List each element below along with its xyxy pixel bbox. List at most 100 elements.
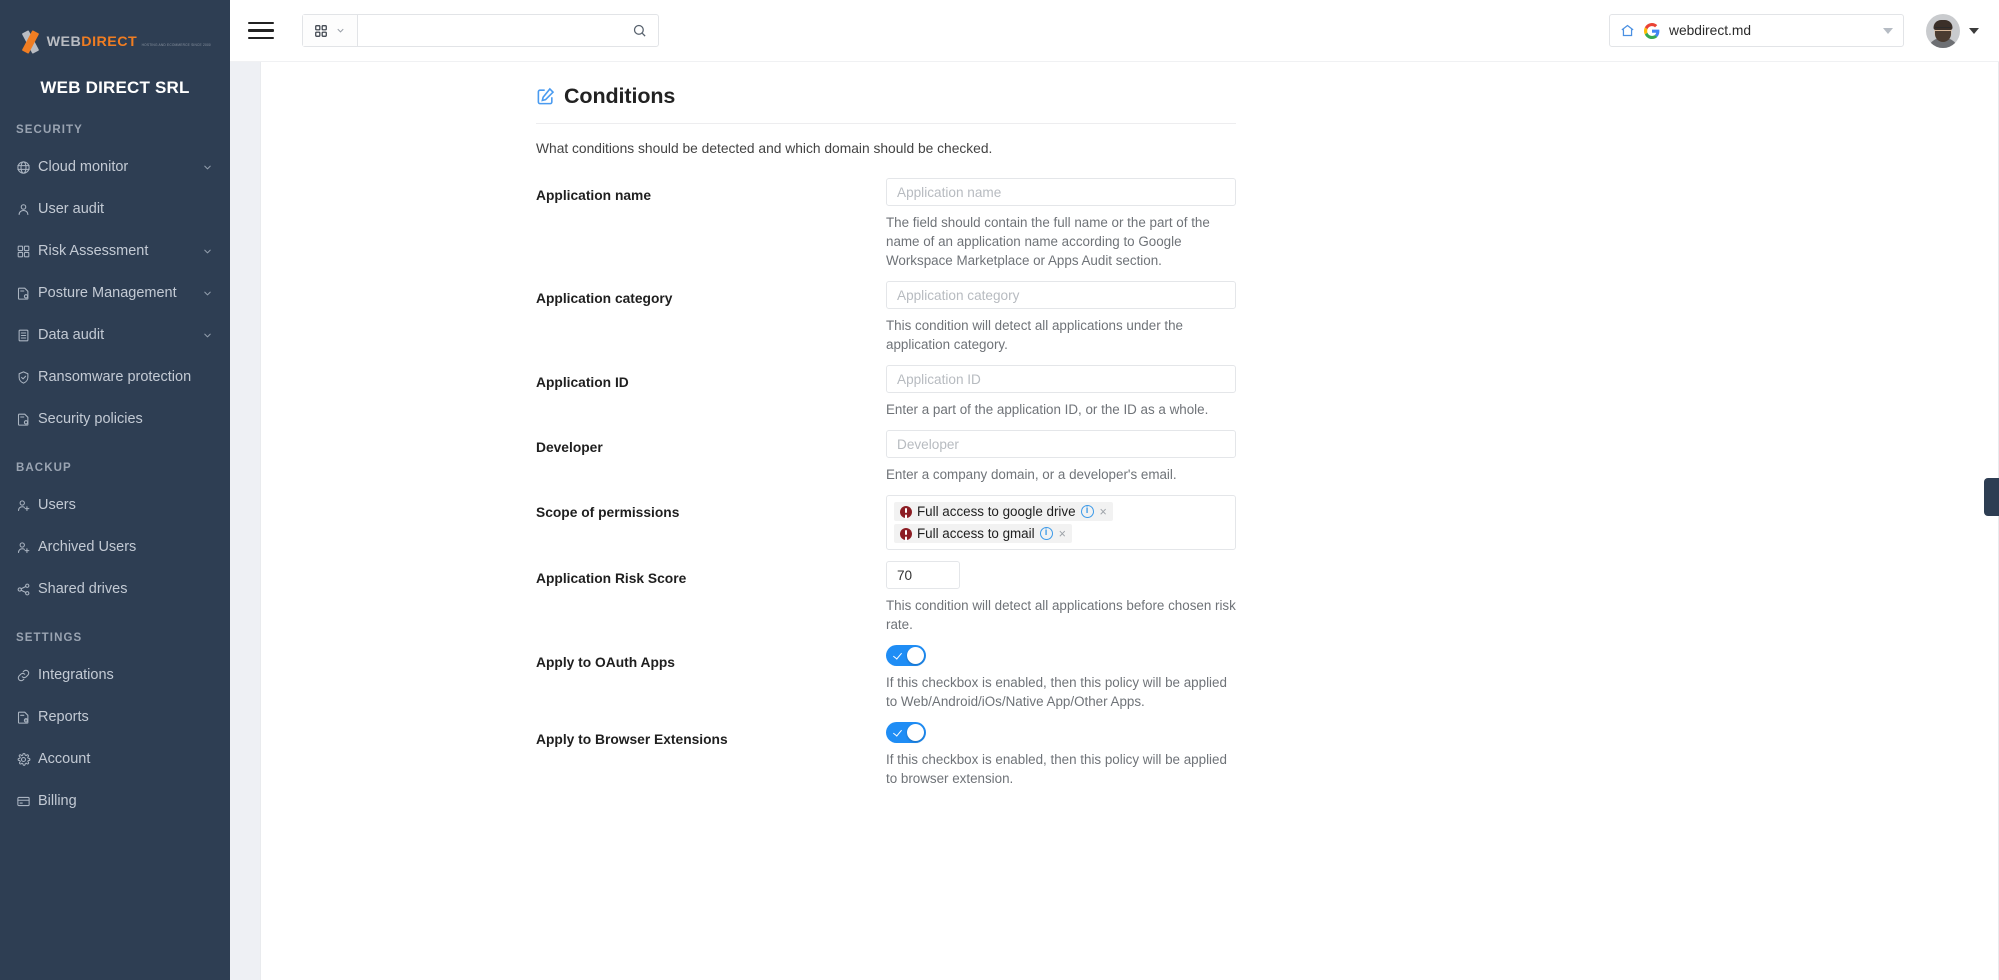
sidebar-item-archived-users[interactable]: Archived Users bbox=[0, 526, 230, 568]
close-icon[interactable]: × bbox=[1058, 527, 1066, 541]
info-icon[interactable]: i bbox=[1080, 505, 1094, 519]
field-row-apply-to-browser-extensions: Apply to Browser Extensions If this check… bbox=[536, 722, 1416, 788]
shield-check-icon bbox=[16, 370, 38, 385]
permission-chip: Full access to google drive i × bbox=[894, 502, 1113, 522]
logo-mark-icon bbox=[20, 30, 43, 54]
chevron-down-icon[interactable] bbox=[202, 246, 216, 257]
sidebar-item-posture-management[interactable]: Posture Management bbox=[0, 272, 230, 314]
field-control: This condition will detect all applicati… bbox=[886, 561, 1236, 634]
search-icon[interactable] bbox=[621, 23, 658, 38]
sidebar-item-integrations[interactable]: Integrations bbox=[0, 654, 230, 696]
toggle-knob bbox=[907, 647, 924, 665]
chevron-down-icon[interactable] bbox=[202, 288, 216, 299]
field-hint: This condition will detect all applicati… bbox=[886, 598, 1236, 633]
field-row-scope-of-permissions: Scope of permissions Full access to googl… bbox=[536, 495, 1416, 551]
sidebar-item-security-policies[interactable]: Security policies bbox=[0, 398, 230, 440]
sidebar-item-label: Billing bbox=[38, 793, 77, 809]
field-control: Enter a part of the application ID, or t… bbox=[886, 365, 1236, 419]
document-gear-icon bbox=[16, 412, 38, 427]
field-hint: If this checkbox is enabled, then this p… bbox=[886, 675, 1227, 710]
field-hint: The field should contain the full name o… bbox=[886, 215, 1210, 269]
field-row-application-id: Application ID Enter a part of the applic… bbox=[536, 365, 1416, 419]
field-hint: Enter a part of the application ID, or t… bbox=[886, 402, 1209, 418]
chevron-down-icon bbox=[335, 25, 346, 36]
sidebar-group-title: SETTINGS bbox=[16, 632, 83, 644]
sidebar-group-security: SECURITY Cloud monitor User audit Risk Asse… bbox=[0, 124, 230, 440]
sidebar-item-data-audit[interactable]: Data audit bbox=[0, 314, 230, 356]
page-title: Conditions bbox=[536, 84, 1416, 123]
home-icon bbox=[1620, 23, 1635, 38]
permission-chip: Full access to gmail i × bbox=[894, 524, 1072, 544]
user-add-icon bbox=[16, 540, 38, 555]
chips-container-scope-of-permissions[interactable]: Full access to google drive i × Full access… bbox=[886, 495, 1236, 551]
search-input[interactable] bbox=[358, 15, 621, 46]
chevron-down-icon bbox=[1969, 27, 1979, 34]
side-panel-handle[interactable] bbox=[1984, 478, 1999, 516]
page-subtitle: What conditions should be detected and w… bbox=[536, 141, 993, 156]
toggle-apply-to-oauth-apps[interactable] bbox=[886, 645, 926, 667]
input-application-category[interactable] bbox=[886, 281, 1236, 310]
input-application-name[interactable] bbox=[886, 178, 1236, 206]
input-application-id[interactable] bbox=[886, 365, 1236, 394]
field-label: Application category bbox=[536, 291, 673, 307]
field-hint: Enter a company domain, or a developer's… bbox=[886, 467, 1177, 483]
domain-name: webdirect.md bbox=[1669, 23, 1752, 38]
toggle-knob bbox=[907, 724, 924, 742]
globe-icon bbox=[16, 160, 38, 175]
sidebar-group-title: BACKUP bbox=[16, 462, 72, 474]
sidebar-item-label: Ransomware protection bbox=[38, 369, 192, 385]
close-icon[interactable]: × bbox=[1099, 505, 1107, 519]
conditions-form: Application name The field should contain… bbox=[536, 178, 1416, 788]
sidebar-item-label: Risk Assessment bbox=[38, 243, 149, 259]
permission-chip-label: Full access to gmail bbox=[917, 526, 1035, 542]
sidebar-item-label: User audit bbox=[38, 201, 105, 217]
field-label: Application name bbox=[536, 188, 651, 203]
permission-chip-label: Full access to google drive bbox=[917, 504, 1076, 520]
field-control: If this checkbox is enabled, then this p… bbox=[886, 722, 1236, 788]
sidebar-item-label: Data audit bbox=[38, 327, 105, 343]
sidebar-nav: SECURITY Cloud monitor User audit Risk Asse… bbox=[0, 124, 230, 822]
sidebar-item-label: Cloud monitor bbox=[38, 159, 129, 175]
field-row-developer: Developer Enter a company domain, or a de… bbox=[536, 430, 1416, 484]
search-category-dropdown[interactable] bbox=[303, 15, 358, 46]
check-icon bbox=[893, 727, 902, 738]
logo-tagline: HOSTING AND ECOMMERCE SINCE 2000 bbox=[141, 42, 211, 47]
field-control: This condition will detect all applicati… bbox=[886, 281, 1236, 354]
input-application-risk-score[interactable] bbox=[886, 561, 960, 590]
input-developer[interactable] bbox=[886, 430, 1236, 459]
field-label: Application Risk Score bbox=[536, 571, 687, 587]
sidebar-item-user-audit[interactable]: User audit bbox=[0, 188, 230, 230]
sidebar-item-ransomware-protection[interactable]: Ransomware protection bbox=[0, 356, 230, 398]
sidebar-item-users[interactable]: Users bbox=[0, 484, 230, 526]
avatar bbox=[1926, 13, 1960, 48]
sidebar-item-reports[interactable]: Reports bbox=[0, 696, 230, 738]
sidebar-item-shared-drives[interactable]: Shared drives bbox=[0, 568, 230, 610]
field-row-application-category: Application category This condition will … bbox=[536, 281, 1416, 354]
google-icon bbox=[1644, 22, 1660, 39]
chevron-down-icon bbox=[1883, 27, 1893, 34]
sidebar-item-label: Reports bbox=[38, 709, 89, 725]
sidebar-item-label: Shared drives bbox=[38, 581, 128, 597]
topbar: webdirect.md bbox=[230, 0, 1999, 62]
sidebar-group-backup: BACKUP Users Archived Users Shared drives bbox=[0, 462, 230, 610]
user-menu[interactable] bbox=[1926, 13, 1979, 48]
gear-icon bbox=[16, 752, 38, 767]
chevron-down-icon[interactable] bbox=[202, 330, 216, 341]
share-nodes-icon bbox=[16, 582, 38, 597]
info-icon[interactable]: i bbox=[1039, 527, 1053, 541]
chevron-down-icon[interactable] bbox=[202, 162, 216, 173]
sidebar-item-cloud-monitor[interactable]: Cloud monitor bbox=[0, 146, 230, 188]
toggle-apply-to-browser-extensions[interactable] bbox=[886, 722, 926, 744]
hamburger-icon[interactable] bbox=[248, 15, 280, 47]
sidebar-item-account[interactable]: Account bbox=[0, 738, 230, 780]
field-control: If this checkbox is enabled, then this p… bbox=[886, 645, 1236, 711]
sidebar-item-risk-assessment[interactable]: Risk Assessment bbox=[0, 230, 230, 272]
sidebar-item-label: Posture Management bbox=[38, 285, 177, 301]
field-label: Scope of permissions bbox=[536, 505, 680, 521]
field-label: Developer bbox=[536, 440, 603, 456]
field-hint: If this checkbox is enabled, then this p… bbox=[886, 752, 1227, 787]
domain-selector[interactable]: webdirect.md bbox=[1609, 14, 1904, 47]
brand-logo[interactable]: WEBDIRECT HOSTING AND ECOMMERCE SINCE 20… bbox=[0, 22, 230, 62]
sidebar-item-billing[interactable]: Billing bbox=[0, 780, 230, 822]
sidebar-item-label: Integrations bbox=[38, 667, 114, 683]
